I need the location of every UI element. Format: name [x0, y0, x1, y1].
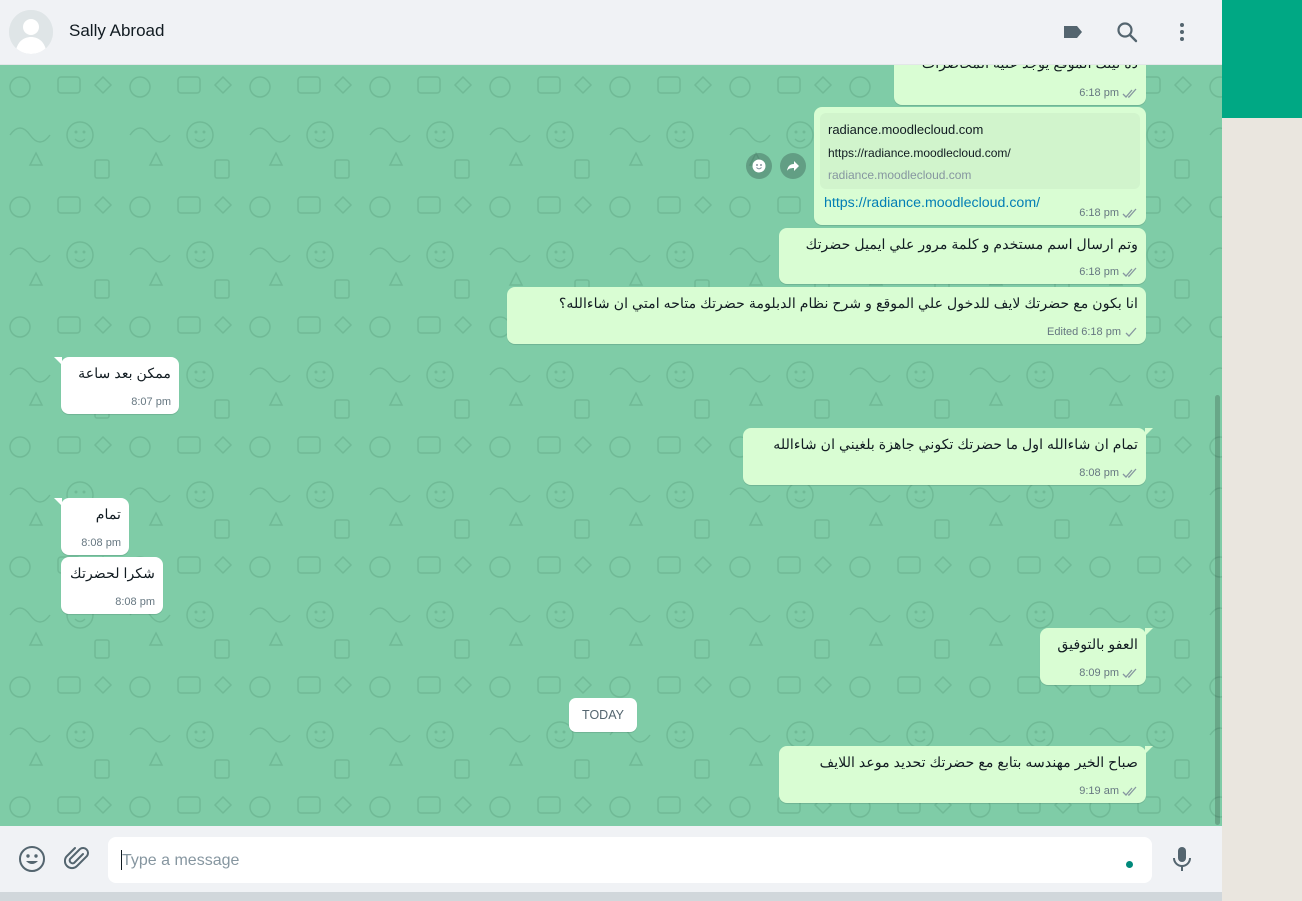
message-bubble-outgoing-link[interactable]: radiance.moodlecloud.com https://radianc… [814, 107, 1146, 225]
message-bubble-outgoing[interactable]: العفو بالتوفيق 8:09 pm [1040, 628, 1153, 685]
message-bubble-outgoing[interactable]: تمام ان شاءالله اول ما حضرتك تكوني جاهزة… [743, 428, 1153, 485]
message-bubble-incoming[interactable]: تمام 8:08 pm [54, 498, 129, 555]
message-bubble-incoming[interactable]: شكرا لحضرتك 8:08 pm [61, 557, 163, 614]
message-link[interactable]: https://radiance.moodlecloud.com/ [824, 195, 1040, 211]
bubble-tail [54, 498, 62, 506]
double-check-icon [1122, 468, 1137, 478]
mic-icon[interactable] [1167, 844, 1197, 874]
link-preview-card[interactable]: radiance.moodlecloud.com https://radianc… [820, 113, 1140, 189]
message-text: العفو بالتوفيق [1057, 637, 1138, 653]
message-time: 8:08 pm [1079, 467, 1119, 479]
message-time: 6:18 pm [1079, 266, 1119, 278]
forward-icon[interactable] [780, 153, 806, 179]
emoji-icon[interactable] [17, 844, 47, 874]
avatar[interactable] [9, 10, 53, 54]
message-time: 8:09 pm [1079, 667, 1119, 679]
message-text: صباح الخير مهندسه بتابع مع حضرتك تحديد م… [819, 755, 1138, 771]
status-dot-icon [1126, 861, 1133, 868]
label-icon[interactable] [1059, 18, 1087, 46]
message-text: وتم ارسال اسم مستخدم و كلمة مرور علي ايم… [805, 237, 1138, 253]
double-check-icon [1122, 786, 1137, 796]
default-avatar-icon [9, 10, 53, 54]
double-check-icon [1122, 88, 1137, 98]
message-meta: 8:08 pm [81, 537, 121, 549]
link-preview-title: radiance.moodlecloud.com [828, 122, 984, 137]
message-meta: 6:18 pm [1079, 87, 1138, 99]
day-divider: TODAY [569, 698, 637, 732]
message-text: تمام ان شاءالله اول ما حضرتك تكوني جاهزة… [773, 437, 1138, 453]
text-caret [121, 850, 122, 870]
menu-dots-icon[interactable] [1168, 18, 1196, 46]
message-bubble-outgoing[interactable]: صباح الخير مهندسه بتابع مع حضرتك تحديد م… [779, 746, 1153, 803]
message-time: 8:08 pm [81, 537, 121, 549]
message-time: 8:08 pm [115, 596, 155, 608]
accent-banner [1222, 0, 1302, 118]
message-text: انا بكون مع حضرتك لايف للدخول علي الموقع… [558, 296, 1138, 312]
message-meta: 8:08 pm [115, 596, 155, 608]
message-meta: 8:08 pm [1079, 467, 1138, 479]
search-icon[interactable] [1113, 18, 1141, 46]
message-meta: 6:18 pm [1079, 207, 1138, 219]
link-preview-domain: radiance.moodlecloud.com [828, 168, 972, 182]
message-time: 6:18 pm [1081, 326, 1121, 338]
attach-icon[interactable] [62, 844, 92, 874]
message-input[interactable] [120, 843, 1104, 879]
emoji-react-icon[interactable] [746, 153, 772, 179]
message-meta: 8:09 pm [1079, 667, 1138, 679]
message-time: 6:18 pm [1079, 87, 1119, 99]
message-meta: 8:07 pm [131, 396, 171, 408]
link-preview-url: https://radiance.moodlecloud.com/ [828, 146, 1011, 160]
message-time: 8:07 pm [131, 396, 171, 408]
whatsapp-chat-window: Sally Abroad 6:18 pm radiance.moodleclou… [0, 0, 1222, 901]
bubble-tail [1145, 428, 1153, 436]
chat-scrollbar[interactable] [1215, 395, 1220, 825]
message-bubble-outgoing[interactable]: وتم ارسال اسم مستخدم و كلمة مرور علي ايم… [779, 228, 1146, 284]
double-check-icon [1122, 267, 1137, 277]
message-text: ده لينك الموقع يوجد عليه المحاضرات [922, 65, 1138, 74]
message-text: ممكن بعد ساعة [78, 366, 171, 382]
message-meta: Edited 6:18 pm [1047, 326, 1138, 338]
message-meta: 6:18 pm [1079, 266, 1138, 278]
message-text: شكرا لحضرتك [70, 566, 155, 582]
message-bubble-outgoing[interactable]: ده لينك الموقع يوجد عليه المحاضرات 6:18 … [894, 65, 1146, 105]
bubble-tail [1145, 746, 1153, 754]
message-composer-bar [0, 826, 1222, 892]
message-edited-label: Edited [1047, 326, 1079, 338]
chat-header: Sally Abroad [0, 0, 1222, 65]
message-input-box[interactable] [108, 837, 1152, 883]
message-meta: 9:19 am [1079, 785, 1138, 797]
message-time: 9:19 am [1079, 785, 1119, 797]
contact-name[interactable]: Sally Abroad [69, 21, 164, 41]
window-bottom-edge [0, 892, 1222, 901]
single-check-icon [1125, 327, 1137, 337]
background-side-panel [1222, 0, 1302, 901]
message-bubble-incoming[interactable]: ممكن بعد ساعة 8:07 pm [54, 357, 179, 414]
side-panel-background [1222, 118, 1302, 901]
double-check-icon [1122, 208, 1137, 218]
message-text: تمام [95, 507, 121, 523]
bubble-tail [54, 357, 62, 365]
double-check-icon [1122, 668, 1137, 678]
chat-conversation-area[interactable]: ده لينك الموقع يوجد عليه المحاضرات 6:18 … [0, 65, 1222, 826]
bubble-tail [1145, 628, 1153, 636]
message-bubble-outgoing[interactable]: انا بكون مع حضرتك لايف للدخول علي الموقع… [507, 287, 1146, 344]
message-time: 6:18 pm [1079, 207, 1119, 219]
